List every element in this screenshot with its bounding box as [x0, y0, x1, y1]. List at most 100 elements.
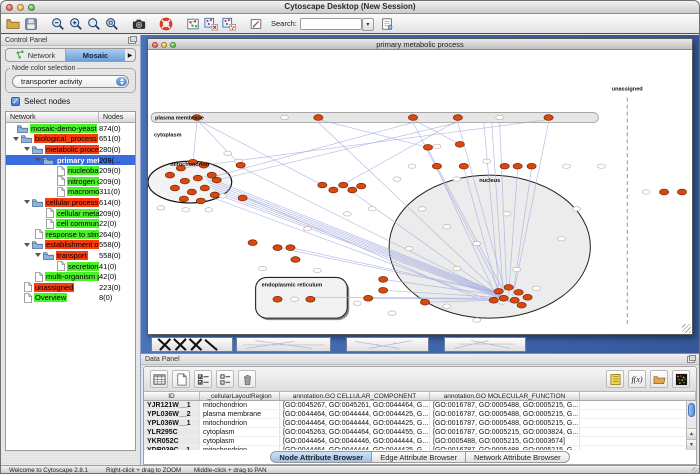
- network-node-label[interactable]: [483, 159, 491, 163]
- tree-node-label[interactable]: biological_process: [34, 134, 98, 143]
- network-node-label[interactable]: [473, 241, 481, 245]
- tree-row[interactable]: metabolic process280(0): [6, 144, 135, 155]
- tree-row[interactable]: cell communicat22(0): [6, 218, 135, 229]
- network-node[interactable]: [306, 296, 315, 302]
- tree-row[interactable]: establishment of lo558(0): [6, 240, 135, 251]
- network-view-titlebar[interactable]: primary metabolic process: [148, 39, 692, 50]
- zoom-out-icon[interactable]: [49, 15, 67, 33]
- network-node-label[interactable]: [303, 227, 311, 231]
- network-node[interactable]: [314, 115, 323, 121]
- expand-arrow-icon[interactable]: [35, 158, 41, 162]
- tree-node-label[interactable]: Overview: [34, 293, 67, 302]
- network-node[interactable]: [510, 297, 519, 303]
- network-node-label[interactable]: [259, 266, 267, 270]
- tree-node-label[interactable]: response to stimulu: [45, 230, 99, 239]
- network-node[interactable]: [459, 163, 468, 169]
- network-node[interactable]: [339, 182, 348, 188]
- network-node-label[interactable]: [562, 164, 570, 168]
- plasma-membrane-region[interactable]: [151, 113, 598, 123]
- background-window-1[interactable]: [151, 337, 233, 352]
- network-node[interactable]: [357, 183, 366, 189]
- background-window-2[interactable]: [236, 337, 331, 352]
- create-view-icon[interactable]: [220, 15, 238, 33]
- snapshot-camera-icon[interactable]: [130, 15, 148, 33]
- network-node[interactable]: [677, 189, 686, 195]
- window-resize-grip[interactable]: [682, 324, 691, 333]
- network-node-label[interactable]: [405, 246, 413, 250]
- network-node-label[interactable]: [443, 225, 451, 229]
- app-resize-grip[interactable]: [692, 467, 699, 474]
- network-node[interactable]: [544, 115, 553, 121]
- tree-row[interactable]: Overview8(0): [6, 293, 135, 304]
- table-row[interactable]: YKR052Ccytoplasm[GO:0044464, GO:0044446,…: [144, 437, 696, 446]
- network-node-label[interactable]: [418, 207, 426, 211]
- tree-node-label[interactable]: mosaic-demo-yeast: [30, 124, 97, 133]
- tree-row[interactable]: cellular metabol209(0): [6, 208, 135, 219]
- data-panel-float-icon[interactable]: [687, 356, 695, 363]
- expand-arrow-icon[interactable]: [35, 253, 41, 257]
- network-node[interactable]: [238, 195, 247, 201]
- network-node-label[interactable]: [388, 311, 396, 315]
- network-node[interactable]: [494, 288, 503, 294]
- table-row[interactable]: YJR121W__1mitochondrion[GO:0045267, GO:0…: [144, 401, 696, 410]
- zoom-fit-icon[interactable]: [103, 15, 121, 33]
- tree-row[interactable]: response to stimulu264(0): [6, 229, 135, 240]
- network-node-label[interactable]: [557, 236, 565, 240]
- network-node-label[interactable]: [513, 267, 521, 271]
- attribute-tab-network[interactable]: Network Attribute Browser: [466, 451, 570, 463]
- tree-row[interactable]: nitrogen compo209(0): [6, 176, 135, 187]
- tree-row[interactable]: transport558(0): [6, 250, 135, 261]
- network-node[interactable]: [180, 178, 189, 184]
- network-node[interactable]: [455, 141, 464, 147]
- network-node[interactable]: [286, 245, 295, 251]
- network-node-label[interactable]: [533, 286, 541, 290]
- network-node[interactable]: [236, 162, 245, 168]
- tree-node-label[interactable]: macromolecule: [67, 187, 99, 196]
- network-node-label[interactable]: [224, 151, 232, 155]
- tree-node-label[interactable]: cell communicat: [56, 219, 99, 228]
- network-node[interactable]: [527, 163, 536, 169]
- tree-row[interactable]: nucleobase-209(0): [6, 165, 135, 176]
- new-attribute-icon[interactable]: [172, 370, 190, 388]
- network-node-label[interactable]: [343, 212, 351, 216]
- column-cellular-component[interactable]: annotation.GO CELLULAR_COMPONENT: [280, 392, 430, 400]
- network-node[interactable]: [291, 257, 300, 263]
- table-scrollbar-thumb[interactable]: [688, 403, 695, 417]
- network-node-label[interactable]: [453, 266, 461, 270]
- network-node[interactable]: [379, 277, 388, 283]
- tree-node-label[interactable]: nucleobase-: [67, 166, 99, 175]
- network-node[interactable]: [273, 245, 282, 251]
- network-node[interactable]: [170, 185, 179, 191]
- network-node[interactable]: [187, 189, 196, 195]
- expand-arrow-icon[interactable]: [13, 137, 19, 141]
- tree-node-label[interactable]: multi-organism pro: [45, 272, 99, 281]
- network-node[interactable]: [432, 163, 441, 169]
- help-lifesaver-icon[interactable]: [157, 15, 175, 33]
- unselect-attributes-icon[interactable]: [216, 370, 234, 388]
- tree-row[interactable]: secretion41(0): [6, 261, 135, 272]
- network-node-label[interactable]: [368, 207, 376, 211]
- tab-network[interactable]: Network: [6, 49, 65, 61]
- network-node[interactable]: [453, 115, 462, 121]
- tree-row[interactable]: mosaic-demo-yeast874(0): [6, 123, 135, 134]
- save-icon[interactable]: [22, 15, 40, 33]
- attribute-notes-icon[interactable]: [606, 370, 624, 388]
- network-node-label[interactable]: [313, 268, 321, 272]
- network-node[interactable]: [420, 299, 429, 305]
- tree-node-label[interactable]: cellular process: [45, 198, 99, 207]
- window-titlebar[interactable]: Cytoscape Desktop (New Session): [1, 1, 699, 14]
- table-row[interactable]: YPL036W__2plasma membrane[GO:0044464, GO…: [144, 410, 696, 419]
- network-node-label[interactable]: [182, 208, 190, 212]
- tree-row[interactable]: macromolecule311(0): [6, 187, 135, 198]
- tree-node-label[interactable]: transport: [56, 251, 88, 260]
- table-row[interactable]: YPL036W__1mitochondrion[GO:0044464, GO:0…: [144, 419, 696, 428]
- node-color-dropdown[interactable]: transporter activity: [12, 75, 129, 88]
- network-canvas[interactable]: plasma membranecytoplasmmitochondrionnuc…: [148, 50, 692, 334]
- network-node-label[interactable]: [642, 190, 650, 194]
- attribute-tab-node[interactable]: Node Attribute Browser: [270, 451, 372, 463]
- network-node-label[interactable]: [572, 207, 580, 211]
- network-node[interactable]: [504, 284, 513, 290]
- network-node-label[interactable]: [290, 297, 298, 301]
- network-view-window[interactable]: primary metabolic process plasma membran…: [147, 38, 693, 335]
- column-id[interactable]: ID: [144, 392, 200, 400]
